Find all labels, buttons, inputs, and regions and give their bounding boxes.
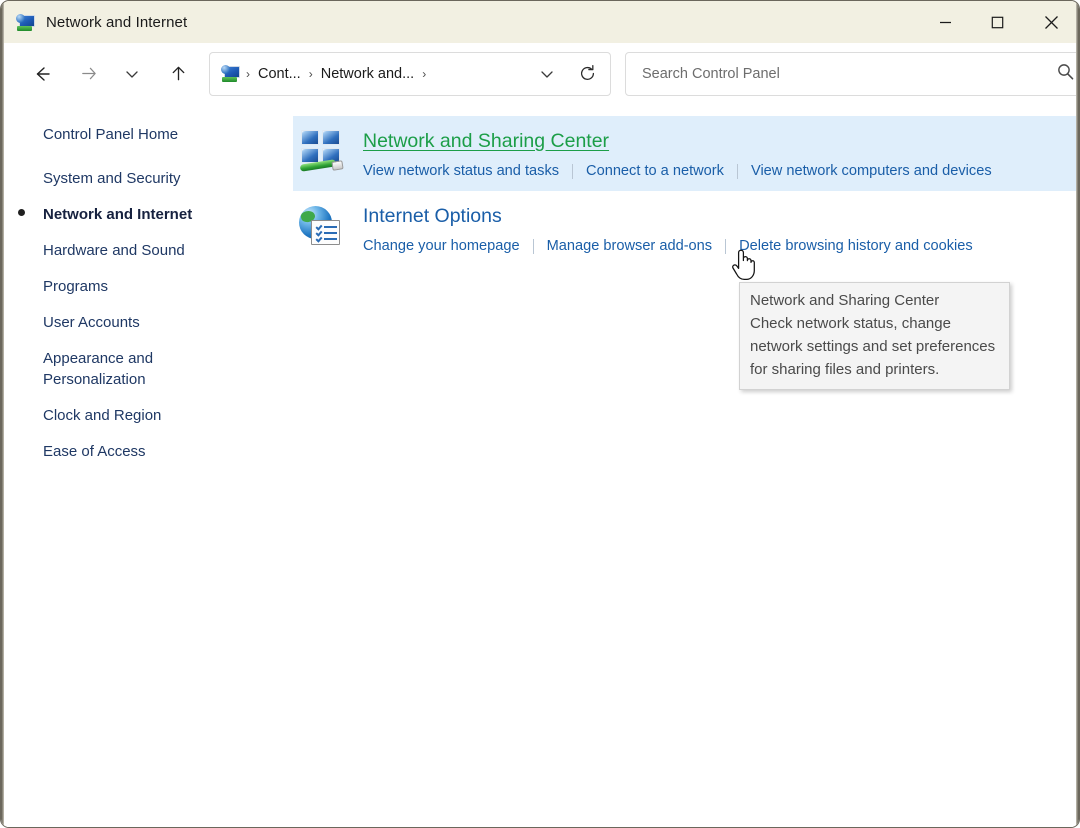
internet-options-icon (298, 203, 344, 249)
breadcrumb-network-and-internet[interactable]: Network and... (316, 62, 420, 86)
category-link-row: View network status and tasks Connect to… (363, 161, 1079, 181)
link-view-network-status-and-tasks[interactable]: View network status and tasks (363, 161, 559, 181)
category-internet-options: Internet Options Change your homepage Ma… (293, 191, 1079, 266)
sidebar-item-ease-of-access[interactable]: Ease of Access (1, 438, 293, 465)
sidebar-item-appearance-and-personalization[interactable]: Appearance and Personalization (1, 345, 293, 393)
window-body: Control Panel Home System and Security N… (1, 104, 1079, 827)
search-box[interactable] (625, 52, 1080, 96)
title-bar-left: Network and Internet (1, 14, 919, 31)
category-body: Internet Options Change your homepage Ma… (363, 203, 1079, 256)
sidebar-spacer (1, 429, 293, 438)
internet-options-link[interactable]: Internet Options (363, 204, 502, 229)
recent-locations-button[interactable] (113, 55, 151, 93)
tooltip-line: Network and Sharing Center (750, 289, 999, 312)
sidebar-item-system-and-security[interactable]: System and Security (1, 165, 293, 192)
link-divider (725, 239, 726, 254)
sidebar-spacer (1, 393, 293, 402)
breadcrumb-separator: › (306, 67, 316, 81)
link-delete-browsing-history-and-cookies[interactable]: Delete browsing history and cookies (739, 236, 973, 256)
close-button[interactable] (1023, 1, 1079, 43)
sidebar-item-clock-and-region[interactable]: Clock and Region (1, 402, 293, 429)
refresh-icon (578, 64, 597, 83)
title-bar: Network and Internet (1, 1, 1079, 43)
sidebar-spacer (1, 192, 293, 201)
maximize-button[interactable] (971, 1, 1023, 43)
navigation-bar: › Cont... › Network and... › (1, 43, 1079, 104)
tooltip: Network and Sharing Center Check network… (739, 282, 1010, 390)
sidebar-item-programs[interactable]: Programs (1, 273, 293, 300)
category-network-and-sharing-center: Network and Sharing Center View network … (293, 116, 1079, 191)
window-title: Network and Internet (46, 14, 187, 31)
breadcrumb-separator: › (243, 67, 253, 81)
minimize-icon (939, 16, 952, 29)
link-divider (737, 164, 738, 179)
forward-arrow-icon (79, 64, 98, 83)
tooltip-line: network settings and set preferences (750, 335, 999, 358)
sidebar-item-hardware-and-sound[interactable]: Hardware and Sound (1, 237, 293, 264)
close-icon (1044, 15, 1059, 30)
network-sharing-center-icon (298, 128, 344, 174)
category-body: Network and Sharing Center View network … (363, 128, 1079, 181)
breadcrumb-separator: › (419, 67, 429, 81)
sidebar-spacer (1, 336, 293, 345)
link-divider (533, 239, 534, 254)
up-arrow-icon (169, 64, 188, 83)
forward-button[interactable] (69, 55, 107, 93)
sidebar-spacer (1, 300, 293, 309)
chevron-down-icon (539, 66, 555, 82)
breadcrumb-control-panel[interactable]: Cont... (253, 62, 306, 86)
link-connect-to-a-network[interactable]: Connect to a network (586, 161, 724, 181)
sidebar-item-user-accounts[interactable]: User Accounts (1, 309, 293, 336)
link-change-your-homepage[interactable]: Change your homepage (363, 236, 520, 256)
maximize-icon (991, 16, 1004, 29)
tooltip-line: Check network status, change (750, 312, 999, 335)
sidebar-spacer (1, 264, 293, 273)
link-manage-browser-add-ons[interactable]: Manage browser add-ons (547, 236, 713, 256)
link-view-network-computers-and-devices[interactable]: View network computers and devices (751, 161, 992, 181)
minimize-button[interactable] (919, 1, 971, 43)
chevron-down-icon (124, 66, 140, 82)
control-panel-window: Network and Internet (0, 0, 1080, 828)
search-input[interactable] (640, 65, 1056, 83)
content-area: Network and Sharing Center View network … (293, 104, 1079, 827)
back-arrow-icon (32, 64, 52, 84)
control-panel-icon (221, 65, 240, 82)
tooltip-line: for sharing files and printers. (750, 358, 999, 381)
address-dropdown-button[interactable] (532, 58, 562, 90)
category-link-row: Change your homepage Manage browser add-… (363, 236, 1079, 256)
link-divider (572, 164, 573, 179)
network-monitor-icon (16, 14, 35, 31)
address-bar[interactable]: › Cont... › Network and... › (209, 52, 611, 96)
up-one-level-button[interactable] (159, 55, 197, 93)
search-icon[interactable] (1056, 62, 1075, 86)
window-controls (919, 1, 1079, 43)
sidebar: Control Panel Home System and Security N… (1, 104, 293, 827)
sidebar-spacer (1, 228, 293, 237)
sidebar-item-control-panel-home[interactable]: Control Panel Home (1, 121, 293, 148)
back-button[interactable] (23, 55, 61, 93)
network-and-sharing-center-link[interactable]: Network and Sharing Center (363, 129, 609, 154)
sidebar-item-network-and-internet[interactable]: Network and Internet (1, 201, 293, 228)
refresh-button[interactable] (572, 58, 602, 90)
